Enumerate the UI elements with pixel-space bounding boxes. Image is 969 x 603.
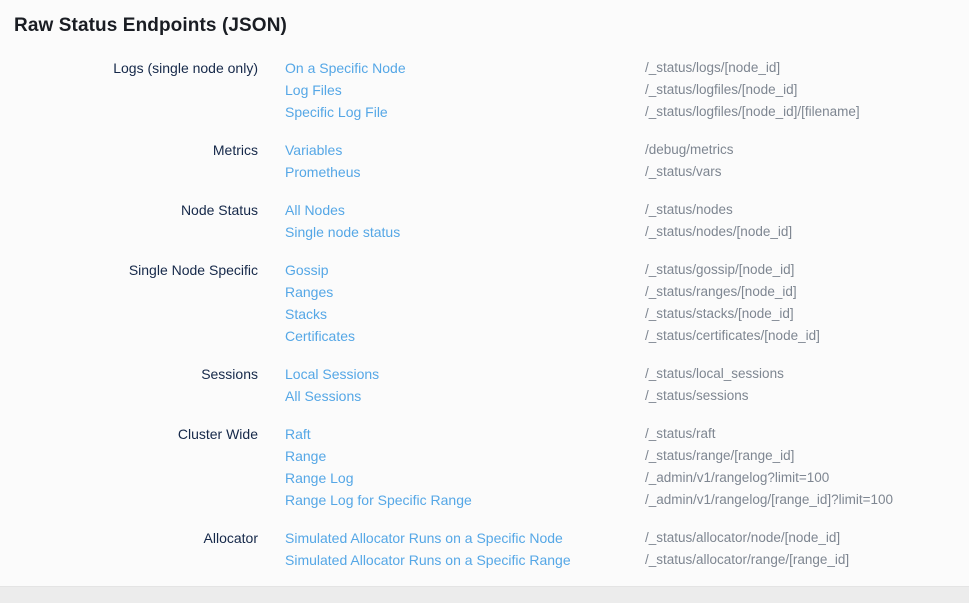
links-column: GossipRangesStacksCertificates [285,259,645,347]
endpoint-path: /_status/raft [645,423,969,445]
paths-column: /debug/metrics/_status/vars [645,139,969,183]
paths-column: /_status/allocator/node/[node_id]/_statu… [645,527,969,571]
endpoint-section: Allocator Simulated Allocator Runs on a … [14,527,969,571]
links-column: Simulated Allocator Runs on a Specific N… [285,527,645,571]
endpoint-link[interactable]: Local Sessions [285,363,645,385]
endpoint-path: /_status/certificates/[node_id] [645,325,969,347]
endpoint-link[interactable]: Single node status [285,221,645,243]
endpoint-section: Cluster Wide RaftRangeRange LogRange Log… [14,423,969,511]
page-title: Raw Status Endpoints (JSON) [14,14,969,38]
endpoint-link[interactable]: On a Specific Node [285,57,645,79]
endpoint-path: /_status/stacks/[node_id] [645,303,969,325]
endpoint-path: /_admin/v1/rangelog/[range_id]?limit=100 [645,489,969,511]
category-label: Sessions [14,363,258,385]
links-column: Local SessionsAll Sessions [285,363,645,407]
endpoint-section: Logs (single node only) On a Specific No… [14,57,969,123]
category-label: Node Status [14,199,258,221]
endpoint-link[interactable]: Ranges [285,281,645,303]
endpoint-link[interactable]: Log Files [285,79,645,101]
endpoint-path: /_status/ranges/[node_id] [645,281,969,303]
endpoint-path: /_status/vars [645,161,969,183]
links-column: All NodesSingle node status [285,199,645,243]
endpoint-link[interactable]: Simulated Allocator Runs on a Specific R… [285,549,645,571]
endpoint-link[interactable]: Variables [285,139,645,161]
links-column: RaftRangeRange LogRange Log for Specific… [285,423,645,511]
endpoint-link[interactable]: Prometheus [285,161,645,183]
links-column: On a Specific NodeLog FilesSpecific Log … [285,57,645,123]
endpoint-section: Metrics VariablesPrometheus /debug/metri… [14,139,969,183]
endpoint-path: /_status/logfiles/[node_id] [645,79,969,101]
endpoint-path: /_status/nodes [645,199,969,221]
paths-column: /_status/raft/_status/range/[range_id]/_… [645,423,969,511]
endpoint-link[interactable]: Stacks [285,303,645,325]
endpoint-link[interactable]: Gossip [285,259,645,281]
endpoint-link[interactable]: All Nodes [285,199,645,221]
category-label: Single Node Specific [14,259,258,281]
endpoint-path: /_status/allocator/node/[node_id] [645,527,969,549]
endpoint-path: /_status/local_sessions [645,363,969,385]
debug-endpoints-page: Raw Status Endpoints (JSON) Logs (single… [0,0,969,586]
endpoint-path: /_status/logs/[node_id] [645,57,969,79]
paths-column: /_status/logs/[node_id]/_status/logfiles… [645,57,969,123]
endpoint-section: Single Node Specific GossipRangesStacksC… [14,259,969,347]
endpoint-link[interactable]: Range [285,445,645,467]
endpoint-link[interactable]: All Sessions [285,385,645,407]
paths-column: /_status/local_sessions/_status/sessions [645,363,969,407]
category-label: Cluster Wide [14,423,258,445]
category-label: Metrics [14,139,258,161]
endpoint-link[interactable]: Certificates [285,325,645,347]
endpoint-link[interactable]: Range Log for Specific Range [285,489,645,511]
endpoint-path: /_status/logfiles/[node_id]/[filename] [645,101,969,123]
endpoint-path: /_status/range/[range_id] [645,445,969,467]
paths-column: /_status/gossip/[node_id]/_status/ranges… [645,259,969,347]
category-label: Allocator [14,527,258,549]
endpoint-path: /_admin/v1/rangelog?limit=100 [645,467,969,489]
endpoint-link[interactable]: Range Log [285,467,645,489]
endpoint-section: Sessions Local SessionsAll Sessions /_st… [14,363,969,407]
endpoint-path: /_status/sessions [645,385,969,407]
endpoint-link[interactable]: Simulated Allocator Runs on a Specific N… [285,527,645,549]
endpoint-section: Node Status All NodesSingle node status … [14,199,969,243]
endpoint-path: /_status/gossip/[node_id] [645,259,969,281]
endpoint-link[interactable]: Specific Log File [285,101,645,123]
endpoints-list: Logs (single node only) On a Specific No… [14,57,969,571]
endpoint-path: /_status/allocator/range/[range_id] [645,549,969,571]
endpoint-path: /debug/metrics [645,139,969,161]
endpoint-path: /_status/nodes/[node_id] [645,221,969,243]
category-label: Logs (single node only) [14,57,258,79]
links-column: VariablesPrometheus [285,139,645,183]
endpoint-link[interactable]: Raft [285,423,645,445]
paths-column: /_status/nodes/_status/nodes/[node_id] [645,199,969,243]
bottom-bar [0,586,969,603]
